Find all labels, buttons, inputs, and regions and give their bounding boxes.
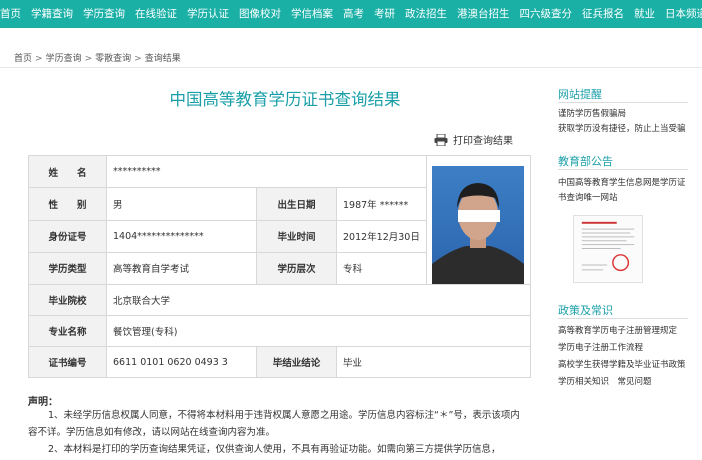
nav-item-gaokao[interactable]: 高考 bbox=[338, 0, 369, 28]
degree-level-label: 学历层次 bbox=[256, 251, 337, 286]
page-title: 中国高等教育学历证书查询结果 bbox=[169, 90, 401, 109]
nav-item-hmt-admission[interactable]: 港澳台招生 bbox=[452, 0, 515, 28]
id-number-value: 1404************** bbox=[106, 219, 257, 253]
nav-item-image-check[interactable]: 图像校对 bbox=[234, 0, 286, 28]
sidebar-divider bbox=[558, 169, 688, 170]
birth-date-value: 1987年 ****** bbox=[336, 187, 427, 221]
certificate-number-value: 6611 0101 0620 0493 3 bbox=[106, 346, 257, 378]
nav-item-japan-channel[interactable]: 日本频道 bbox=[660, 0, 702, 28]
sidebar-divider bbox=[558, 318, 688, 319]
top-nav: 首页 学籍查询 学历查询 在线验证 学历认证 图像校对 学信档案 高考 考研 政… bbox=[0, 0, 702, 28]
major-value: 餐饮管理(专科) bbox=[106, 315, 531, 347]
degree-type-value: 高等教育自学考试 bbox=[106, 251, 257, 286]
sidebar-heading-ministry-notice: 教育部公告 bbox=[558, 155, 613, 168]
graduation-conclusion-label: 毕结业结论 bbox=[256, 346, 337, 378]
table-row: 专业名称 餐饮管理(专科) bbox=[28, 315, 531, 347]
sidebar-link-registration-process[interactable]: 学历电子注册工作流程 bbox=[558, 342, 643, 355]
print-results-label: 打印查询结果 bbox=[453, 136, 513, 147]
nav-item-home[interactable]: 首页 bbox=[0, 0, 26, 28]
gender-label: 性 别 bbox=[28, 187, 107, 221]
nav-item-law-admission[interactable]: 政法招生 bbox=[400, 0, 452, 28]
sidebar-divider bbox=[558, 102, 688, 103]
graduation-time-value: 2012年12月30日 bbox=[336, 219, 427, 253]
nav-item-cet-scores[interactable]: 四六级查分 bbox=[515, 0, 578, 28]
school-value: 北京联合大学 bbox=[106, 284, 531, 316]
breadcrumb-divider bbox=[0, 67, 702, 68]
name-value: ********** bbox=[106, 154, 427, 189]
table-row: 毕业院校 北京联合大学 bbox=[28, 284, 531, 316]
nav-item-degree-query[interactable]: 学历查询 bbox=[78, 0, 130, 28]
gender-value: 男 bbox=[106, 187, 257, 221]
declaration-paragraph-1: 1、未经学历信息权属人同意，不得将本材料用于违背权属人意愿之用途。学历信息内容标… bbox=[28, 410, 520, 438]
sidebar-link-knowledge-faq[interactable]: 学历相关知识 常见问题 bbox=[558, 376, 652, 389]
id-number-label: 身份证号 bbox=[28, 219, 107, 253]
degree-type-label: 学历类型 bbox=[28, 251, 107, 286]
nav-item-conscription[interactable]: 征兵报名 bbox=[577, 0, 629, 28]
nav-item-degree-certify[interactable]: 学历认证 bbox=[182, 0, 234, 28]
breadcrumb-degree-query[interactable]: 学历查询 bbox=[46, 54, 82, 64]
breadcrumb-home[interactable]: 首页 bbox=[14, 54, 32, 64]
degree-level-value: 专科 bbox=[336, 251, 427, 286]
birth-date-label: 出生日期 bbox=[256, 187, 337, 221]
sidebar-link-fraud-warning[interactable]: 谨防学历售假骗局 bbox=[558, 108, 626, 121]
graduation-time-label: 毕业时间 bbox=[256, 219, 337, 253]
certificate-number-label: 证书编号 bbox=[28, 346, 107, 378]
sidebar-notice-text-line-2[interactable]: 书查询唯一网站 bbox=[558, 192, 618, 205]
photo-cell bbox=[425, 155, 531, 285]
breadcrumb-single-query[interactable]: 零散查询 bbox=[95, 54, 131, 64]
graduation-conclusion-value: 毕业 bbox=[336, 346, 531, 378]
declaration-paragraph-2: 2、本材料是打印的学历查询结果凭证，仅供查询人使用，不具有再验证功能。如需向第三… bbox=[48, 444, 501, 455]
sidebar-link-certificate-policy[interactable]: 高校学生获得学籍及毕业证书政策 bbox=[558, 359, 686, 372]
sidebar-notice-text-line-1[interactable]: 中国高等教育学生信息网是学历证 bbox=[558, 177, 686, 190]
major-label: 专业名称 bbox=[28, 315, 107, 347]
sidebar-link-registration-rules[interactable]: 高等教育学历电子注册管理规定 bbox=[558, 325, 677, 338]
student-photo bbox=[432, 166, 525, 284]
notice-document-thumbnail[interactable] bbox=[573, 215, 643, 283]
breadcrumb: 首页 > 学历查询 > 零散查询 > 查询结果 bbox=[14, 54, 181, 64]
nav-item-kaoyan[interactable]: 考研 bbox=[369, 0, 400, 28]
nav-item-archive[interactable]: 学信档案 bbox=[286, 0, 338, 28]
result-table: 姓 名 ********** 性 别 男 出生日期 1987年 ****** 身… bbox=[28, 154, 531, 378]
table-row: 证书编号 6611 0101 0620 0493 3 毕结业结论 毕业 bbox=[28, 346, 531, 378]
nav-item-jobs[interactable]: 就业 bbox=[629, 0, 660, 28]
sidebar-heading-site-alert: 网站提醒 bbox=[558, 88, 602, 101]
school-label: 毕业院校 bbox=[28, 284, 107, 316]
nav-item-online-verify[interactable]: 在线验证 bbox=[130, 0, 182, 28]
printer-icon bbox=[434, 133, 448, 146]
table-row: 姓 名 ********** bbox=[28, 154, 531, 285]
breadcrumb-result: 查询结果 bbox=[144, 54, 181, 64]
nav-item-enrollment-query[interactable]: 学籍查询 bbox=[26, 0, 78, 28]
sidebar-link-no-shortcut[interactable]: 获取学历没有捷径，防止上当受骗 bbox=[558, 123, 686, 136]
name-label: 姓 名 bbox=[28, 154, 107, 189]
print-results-button[interactable]: 打印查询结果 bbox=[434, 132, 513, 147]
sidebar-heading-policy: 政策及常识 bbox=[558, 304, 613, 317]
declaration-title: 声明： bbox=[28, 397, 58, 408]
